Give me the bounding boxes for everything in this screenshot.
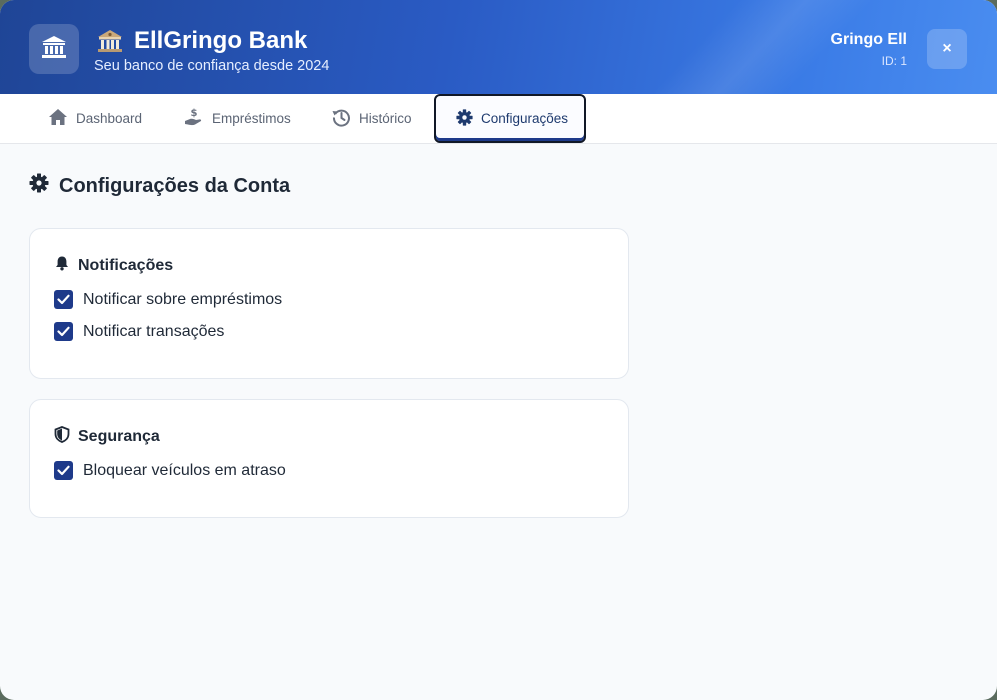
tab-label: Empréstimos [212, 111, 291, 126]
notifications-title: Notificações [54, 255, 173, 276]
bank-app-window: EllGringo Bank Seu banco de confiança de… [0, 0, 997, 700]
tab-bar: Dashboard $ Empréstimos Histórico Config… [0, 94, 997, 144]
home-icon [48, 108, 68, 129]
tab-label: Configurações [481, 111, 569, 126]
security-title: Segurança [54, 426, 160, 448]
notify-transactions-option[interactable]: Notificar transações [54, 322, 224, 341]
notify-loans-option[interactable]: Notificar sobre empréstimos [54, 290, 282, 309]
notify-transactions-checkbox[interactable] [54, 322, 73, 341]
card-title-text: Segurança [78, 428, 160, 445]
user-id: ID: 1 [881, 54, 907, 68]
page-title-text: Configurações da Conta [59, 174, 291, 197]
card-title-text: Notificações [78, 256, 174, 274]
logo-badge [29, 24, 79, 74]
close-button[interactable]: × [927, 29, 967, 69]
tab-dashboard[interactable]: Dashboard [48, 94, 142, 143]
bank-icon [41, 35, 67, 64]
brand-name: EllGringo Bank [134, 27, 308, 54]
tab-configuracoes[interactable]: Configurações [434, 94, 586, 143]
gear-icon [29, 173, 49, 199]
user-name: Gringo Ell [830, 31, 907, 48]
notifications-card: Notificações Notificar sobre empréstimos… [29, 228, 629, 379]
bell-icon [54, 255, 70, 276]
page-title: Configurações da Conta [29, 173, 291, 199]
svg-text:$: $ [191, 108, 198, 119]
gear-icon [456, 108, 473, 129]
tab-label: Dashboard [76, 111, 143, 126]
block-vehicles-checkbox[interactable] [54, 461, 73, 480]
tab-emprestimos[interactable]: $ Empréstimos [184, 94, 291, 143]
notify-loans-checkbox[interactable] [54, 290, 73, 309]
option-label: Bloquear veículos em atraso [83, 461, 286, 479]
history-icon [332, 108, 351, 130]
brand-title: EllGringo Bank [96, 26, 307, 56]
option-label: Notificar transações [83, 322, 225, 340]
tab-label: Histórico [359, 111, 412, 126]
close-icon: × [942, 40, 952, 57]
block-vehicles-option[interactable]: Bloquear veículos em atraso [54, 461, 286, 480]
hand-dollar-icon: $ [184, 107, 204, 130]
option-label: Notificar sobre empréstimos [83, 290, 283, 308]
brand-subtitle: Seu banco de confiança desde 2024 [94, 58, 330, 74]
tab-historico[interactable]: Histórico [332, 94, 412, 143]
app-header: EllGringo Bank Seu banco de confiança de… [0, 0, 997, 94]
security-card: Segurança Bloquear veículos em atraso [29, 399, 629, 518]
bank-emoji-icon [96, 27, 124, 55]
shield-icon [54, 426, 70, 448]
